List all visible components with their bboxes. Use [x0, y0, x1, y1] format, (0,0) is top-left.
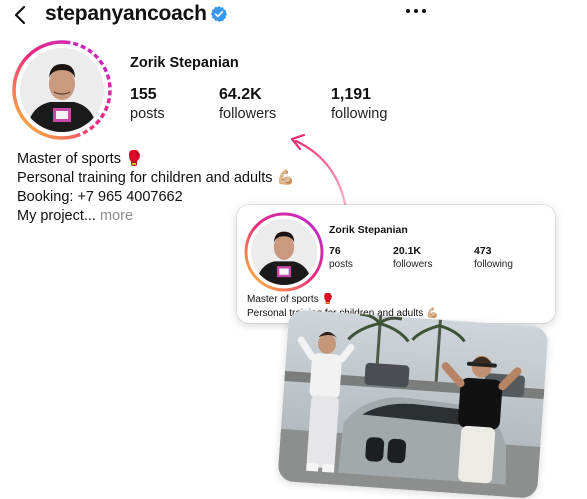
stat-value: 20.1K — [393, 245, 422, 257]
chevron-left-icon[interactable] — [10, 4, 32, 26]
profile-username: stepanyancoach — [45, 2, 207, 25]
stat-posts[interactable]: 155 posts — [130, 86, 165, 122]
card-stat-followers: 20.1K followers — [393, 245, 432, 270]
card-avatar — [243, 211, 325, 293]
stat-label: followers — [219, 106, 277, 122]
more-options-icon[interactable] — [405, 6, 427, 16]
card-stat-posts: 76 posts — [329, 245, 353, 270]
card-full-name: Zorik Stepanian — [329, 224, 408, 236]
profile-full-name: Zorik Stepanian — [130, 55, 239, 71]
card-stat-following: 473 following — [474, 245, 513, 270]
bio-line: Master of sports 🥊 — [247, 294, 334, 305]
stat-label: following — [474, 259, 513, 270]
stat-value: 155 — [130, 86, 157, 103]
bio-more-link[interactable]: more — [100, 208, 133, 224]
stat-value: 76 — [329, 245, 341, 257]
coach-photo — [277, 309, 549, 499]
curved-arrow-icon — [290, 133, 348, 211]
avatar-photo — [20, 48, 104, 132]
stat-label: followers — [393, 259, 433, 270]
profile-avatar[interactable] — [10, 38, 114, 142]
stat-label: posts — [329, 259, 353, 270]
stat-label: following — [331, 106, 388, 122]
stat-label: posts — [130, 106, 165, 122]
stat-value: 1,191 — [331, 86, 372, 103]
verified-badge-icon — [210, 6, 228, 22]
stat-following[interactable]: 1,191 following — [331, 86, 387, 122]
top-bar: stepanyancoach — [0, 0, 587, 30]
stat-value: 64.2K — [219, 86, 262, 103]
bio-line: My project... — [17, 208, 96, 224]
stat-value: 473 — [474, 245, 492, 257]
stat-followers[interactable]: 64.2K followers — [219, 86, 276, 122]
profile-preview-card: Zorik Stepanian 76 posts 20.1K followers… — [237, 205, 555, 323]
avatar-photo — [251, 219, 317, 285]
